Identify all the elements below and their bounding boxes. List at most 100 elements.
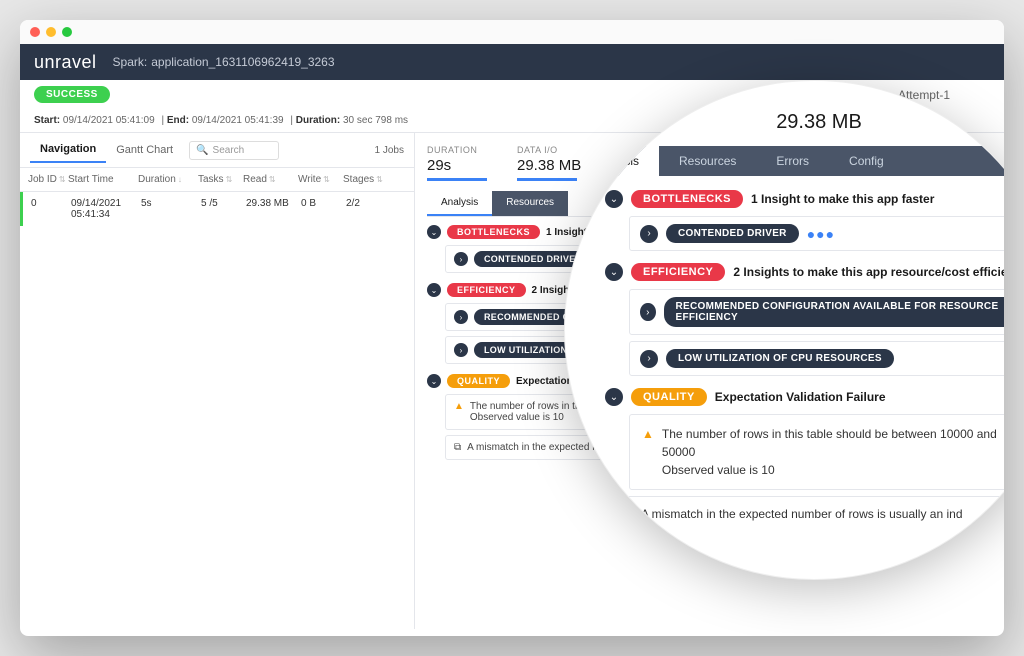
zoom-quality-observed: Observed value is 10 [662, 461, 1004, 479]
metric-dataio-bar [517, 178, 577, 181]
metric-duration-bar [427, 178, 487, 181]
zoom-quality-mismatch: A mismatch in the expected number of row… [629, 496, 1004, 531]
zoom-bottlenecks-summary: 1 Insight to make this app faster [751, 192, 934, 206]
metric-dataio-label: DATA I/O [517, 145, 581, 155]
chevron-down-icon[interactable]: ⌄ [605, 388, 623, 406]
cell-read: 29.38 MB [246, 198, 301, 220]
chevron-down-icon[interactable]: ⌄ [605, 190, 623, 208]
zoom-cpu-util-chip: LOW UTILIZATION OF CPU RESOURCES [666, 349, 894, 368]
tab-navigation[interactable]: Navigation [30, 137, 106, 163]
chevron-right-icon: › [454, 343, 468, 357]
duration-value: 30 sec 798 ms [343, 115, 408, 126]
sort-icon[interactable]: ⇅ [323, 175, 330, 184]
chevron-right-icon: › [640, 350, 658, 368]
application-id: application_1631106962419_3263 [151, 55, 334, 69]
metric-dataio-value: 29.38 MB [517, 157, 581, 174]
zoom-quality-group: ⌄ QUALITY Expectation Validation Failure… [605, 388, 1004, 531]
warning-icon: ▲ [454, 401, 464, 423]
tab-analysis[interactable]: Analysis [427, 191, 492, 216]
col-tasks[interactable]: Tasks [198, 174, 224, 185]
zoom-tab-config[interactable]: Config [829, 146, 904, 176]
chevron-down-icon[interactable]: ⌄ [427, 225, 441, 239]
zoom-quality-head[interactable]: ⌄ QUALITY Expectation Validation Failure [605, 388, 1004, 406]
zoom-bottlenecks-pill: BOTTLENECKS [631, 190, 743, 208]
left-tabs: Navigation Gantt Chart 🔍 Search 1 Jobs [20, 133, 414, 168]
zoom-efficiency-group: ⌄ EFFICIENCY 2 Insights to make this app… [605, 263, 1004, 376]
col-job-id[interactable]: Job ID [28, 174, 57, 185]
bottlenecks-pill: BOTTLENECKS [447, 225, 540, 239]
jobs-table: Job ID⇅ Start Time Duration↓ Tasks⇅ Read… [20, 168, 414, 226]
warning-icon: ▲ [642, 425, 654, 479]
zoom-recommended-config-chip: RECOMMENDED CONFIGURATION AVAILABLE FOR … [664, 297, 1005, 327]
end-label: End: [167, 115, 189, 126]
zoom-contended-driver-chip: CONTENDED DRIVER [666, 224, 799, 243]
cell-write: 0 B [301, 198, 346, 220]
close-dot[interactable] [30, 27, 40, 37]
zoom-tab-resources[interactable]: Resources [659, 146, 756, 176]
efficiency-pill: EFFICIENCY [447, 283, 526, 297]
left-panel: Navigation Gantt Chart 🔍 Search 1 Jobs J… [20, 133, 415, 629]
zoom-insight-contended-driver[interactable]: › CONTENDED DRIVER ●●● [629, 216, 1004, 251]
app-window: unravel Spark: application_1631106962419… [20, 20, 1004, 636]
metric-duration-value: 29s [427, 157, 487, 174]
duration-label: Duration: [296, 115, 340, 126]
chevron-down-icon[interactable]: ⌄ [427, 374, 441, 388]
zoom-quality-message-box: ▲ The number of rows in this table shoul… [629, 414, 1004, 490]
sort-icon[interactable]: ⇅ [376, 175, 383, 184]
tab-resources[interactable]: Resources [492, 191, 568, 216]
chevron-right-icon: › [640, 303, 656, 321]
cell-tasks: 5 /5 [201, 198, 246, 220]
header-bar: unravel Spark: application_1631106962419… [20, 44, 1004, 80]
zoom-bottlenecks-group: ⌄ BOTTLENECKS 1 Insight to make this app… [605, 190, 1004, 251]
cell-duration: 5s [141, 198, 201, 220]
titlebar [20, 20, 1004, 44]
zoom-quality-summary: Expectation Validation Failure [715, 390, 886, 404]
zoom-efficiency-summary: 2 Insights to make this app resource/cos… [733, 265, 1004, 279]
cell-start-time: 09/14/2021 05:41:34 [71, 198, 141, 220]
status-badge: SUCCESS [34, 86, 110, 103]
col-start-time[interactable]: Start Time [68, 174, 114, 185]
table-header: Job ID⇅ Start Time Duration↓ Tasks⇅ Read… [20, 168, 414, 192]
col-duration[interactable]: Duration [138, 174, 176, 185]
framework-label: Spark: [113, 55, 148, 69]
maximize-dot[interactable] [62, 27, 72, 37]
sort-icon[interactable]: ⇅ [59, 175, 66, 184]
chevron-right-icon: › [454, 252, 468, 266]
metric-duration-label: DURATION [427, 145, 487, 155]
sort-icon[interactable]: ⇅ [269, 175, 276, 184]
sort-icon[interactable]: ↓ [178, 175, 182, 184]
severity-dots-icon: ●●● [807, 226, 835, 242]
zoom-bottlenecks-head[interactable]: ⌄ BOTTLENECKS 1 Insight to make this app… [605, 190, 1004, 208]
zoom-insight-cpu-util[interactable]: › LOW UTILIZATION OF CPU RESOURCES [629, 341, 1004, 376]
info-icon: ⧉ [454, 442, 461, 453]
search-input[interactable]: 🔍 Search [189, 141, 279, 160]
chevron-down-icon[interactable]: ⌄ [605, 263, 623, 281]
quality-pill: QUALITY [447, 374, 510, 388]
col-read[interactable]: Read [243, 174, 267, 185]
cell-stages: 2/2 [346, 198, 396, 220]
zoom-quality-pill: QUALITY [631, 388, 707, 406]
zoom-tab-errors[interactable]: Errors [756, 146, 829, 176]
col-write[interactable]: Write [298, 174, 321, 185]
zoom-insight-recommended-config[interactable]: › RECOMMENDED CONFIGURATION AVAILABLE FO… [629, 289, 1004, 335]
start-value: 09/14/2021 05:41:09 [63, 115, 155, 126]
metric-duration: DURATION 29s [427, 145, 487, 181]
zoom-efficiency-head[interactable]: ⌄ EFFICIENCY 2 Insights to make this app… [605, 263, 1004, 281]
cell-job-id: 0 [31, 198, 71, 220]
start-label: Start: [34, 115, 60, 126]
sort-icon[interactable]: ⇅ [226, 175, 233, 184]
col-stages[interactable]: Stages [343, 174, 374, 185]
chevron-right-icon: › [454, 310, 468, 324]
end-value: 09/14/2021 05:41:39 [192, 115, 284, 126]
brand-logo: unravel [34, 52, 97, 73]
minimize-dot[interactable] [46, 27, 56, 37]
search-icon: 🔍 [196, 145, 208, 156]
jobs-count: 1 Jobs [375, 145, 404, 156]
search-placeholder: Search [213, 145, 245, 156]
zoom-quality-message: The number of rows in this table should … [662, 425, 1004, 461]
metric-dataio: DATA I/O 29.38 MB [517, 145, 581, 181]
chevron-down-icon[interactable]: ⌄ [427, 283, 441, 297]
table-row[interactable]: 0 09/14/2021 05:41:34 5s 5 /5 29.38 MB 0… [20, 192, 414, 226]
chevron-right-icon: › [640, 225, 658, 243]
tab-gantt-chart[interactable]: Gantt Chart [106, 138, 183, 162]
